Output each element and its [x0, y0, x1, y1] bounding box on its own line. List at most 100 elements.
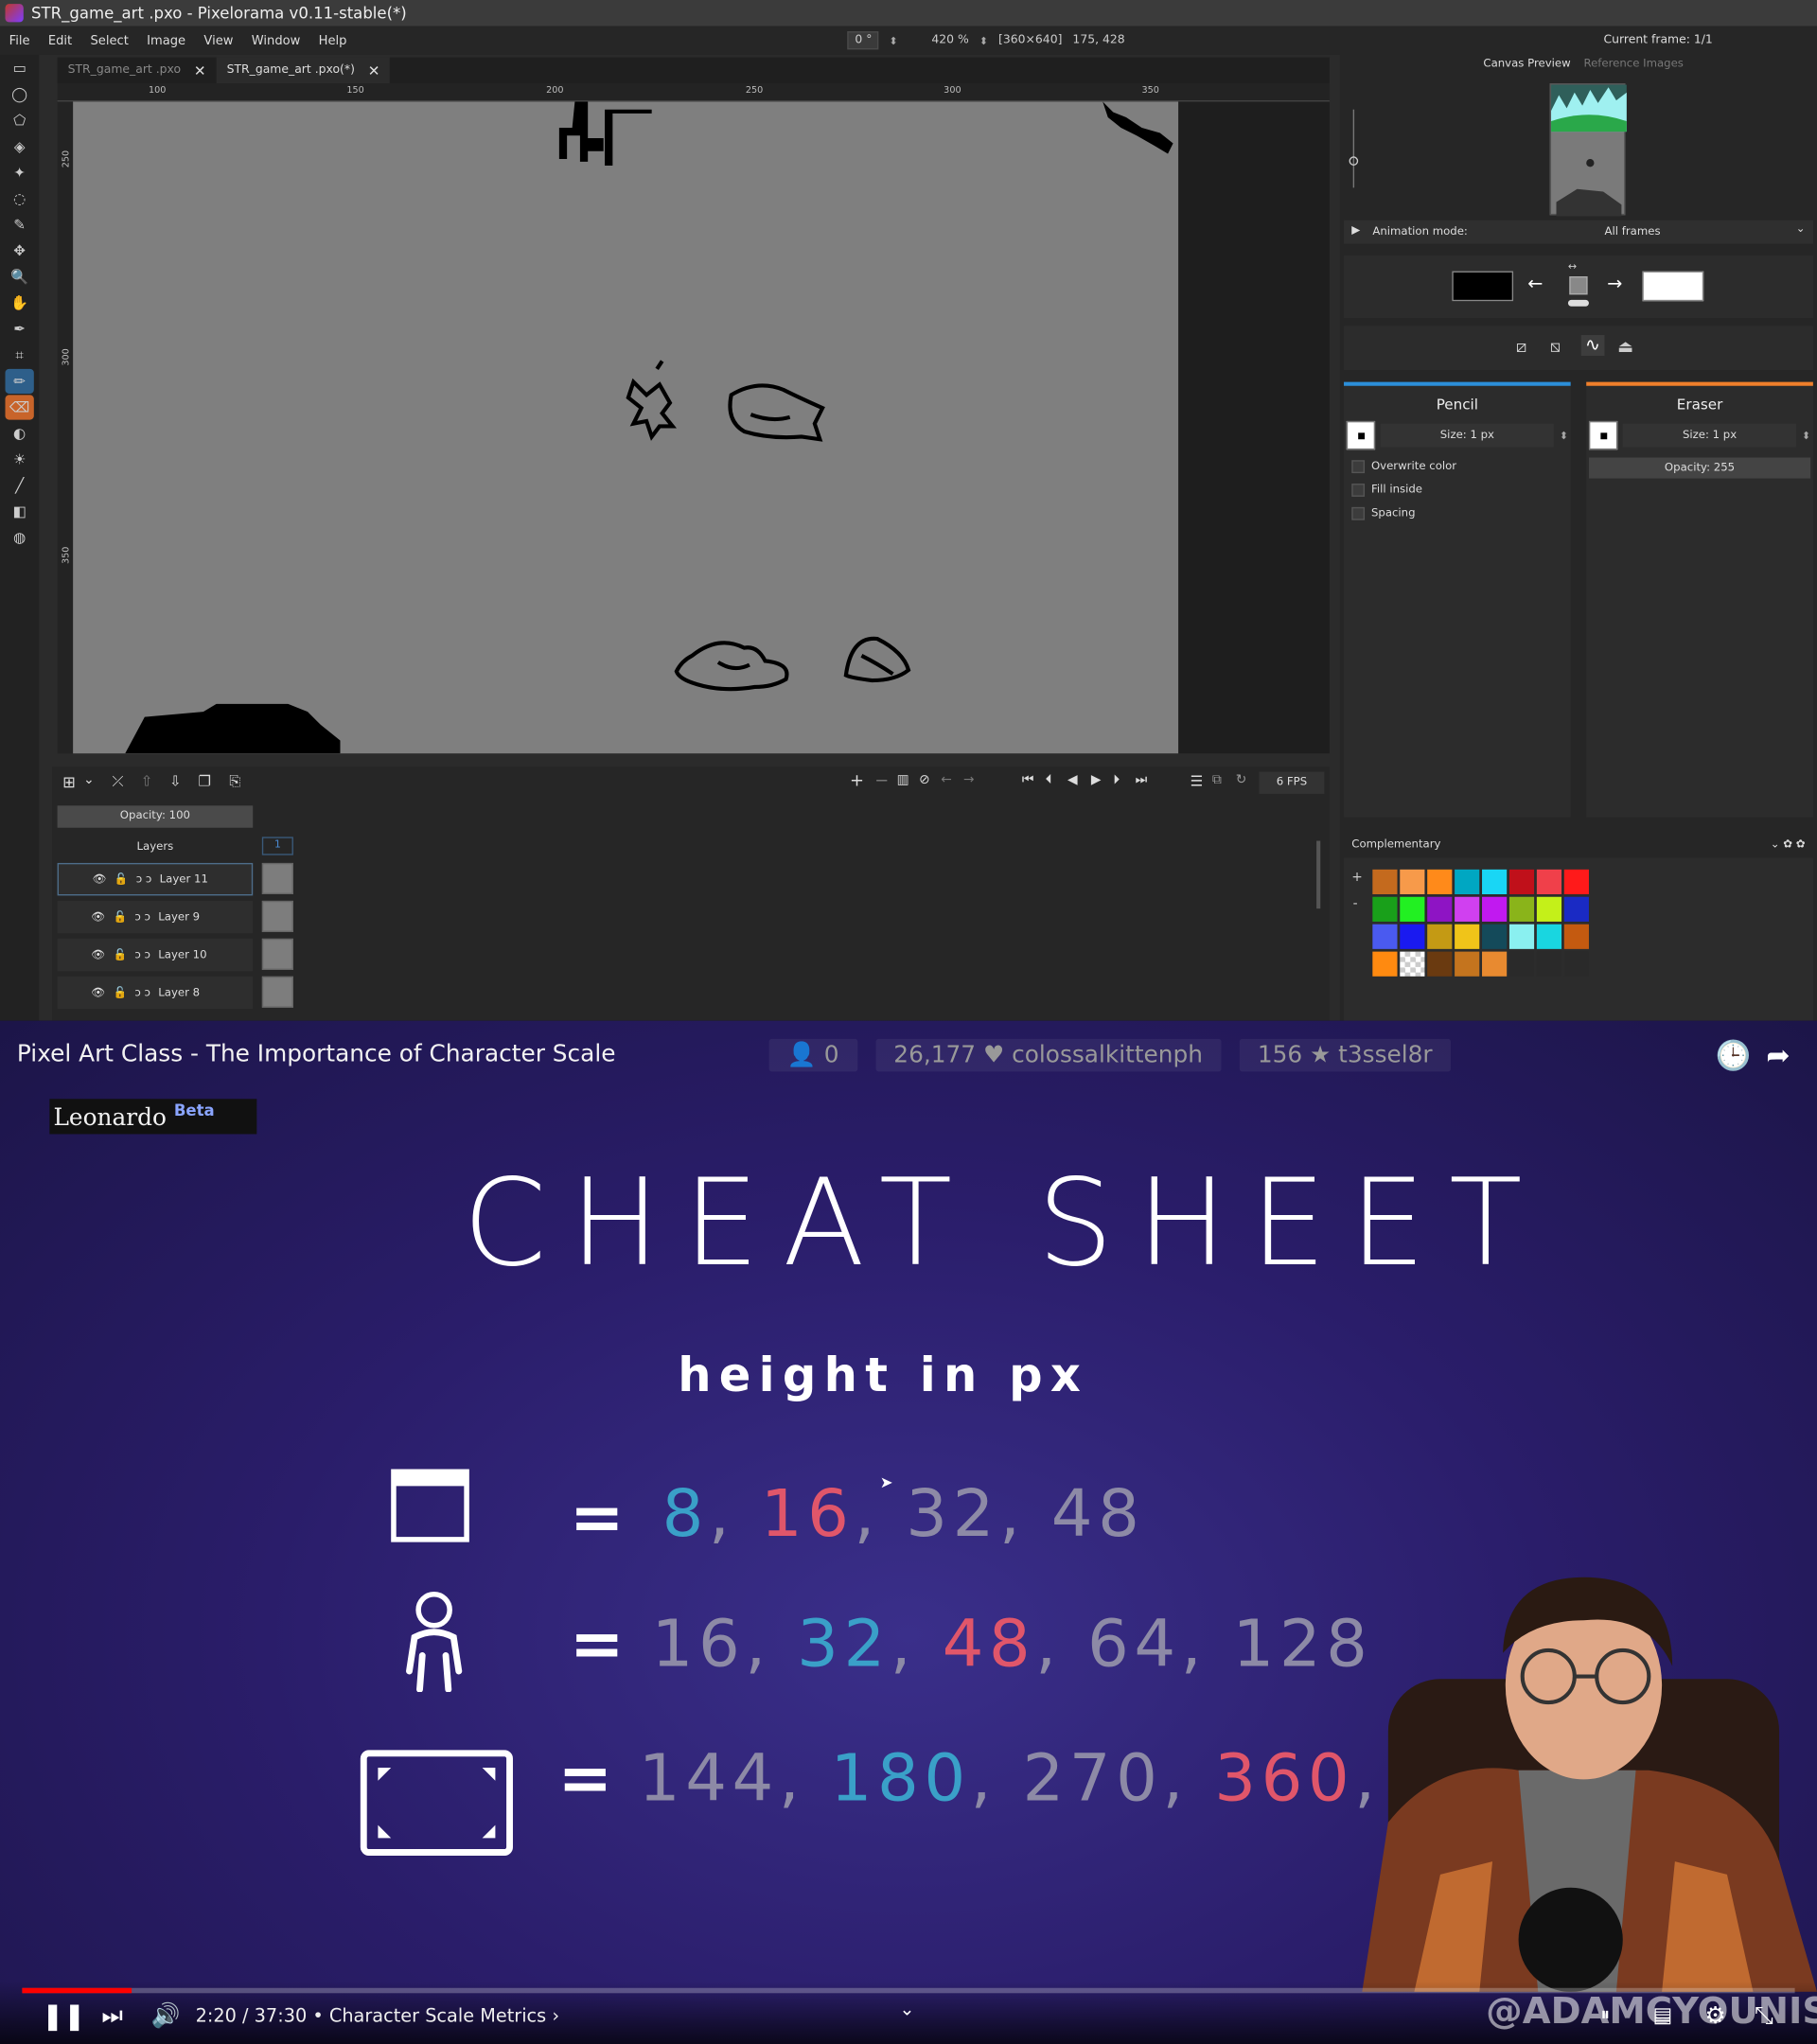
stamp-icon[interactable]: ⏏ — [1617, 338, 1633, 358]
palette-swatch[interactable] — [1536, 896, 1562, 922]
stepper-icon[interactable]: ⬍ — [1560, 430, 1568, 441]
layer-row[interactable]: 👁 🔓 ↄ ↄ Layer 10 — [57, 938, 254, 972]
remove-color-icon[interactable]: - — [1353, 897, 1358, 911]
last-frame-icon[interactable]: ⏭ — [1136, 773, 1147, 787]
lock-icon[interactable]: 🔓 — [115, 872, 129, 886]
tag-icon[interactable]: ⊘ — [919, 773, 930, 787]
palette-swatch[interactable] — [1563, 951, 1589, 977]
palette-swatch[interactable] — [1508, 951, 1535, 977]
lock-icon[interactable]: 🔓 — [114, 910, 128, 924]
pencil-size-field[interactable]: Size: 1 px — [1380, 423, 1555, 448]
zoom-icon[interactable]: 🔍 — [6, 265, 34, 290]
palette-swatch[interactable] — [1455, 869, 1480, 894]
rectangle-select-icon[interactable]: ▭ — [6, 56, 34, 80]
palette-select[interactable]: Complementary — [1351, 838, 1440, 855]
fps-field[interactable]: 6 FPS — [1259, 771, 1325, 794]
pencil-icon[interactable]: ✏ — [5, 368, 34, 395]
pause-icon[interactable]: ❚❚ — [42, 2000, 85, 2031]
color-select-icon[interactable]: ◈ — [6, 134, 34, 159]
palette-swatch[interactable] — [1508, 869, 1535, 894]
pan-icon[interactable]: ✋ — [6, 291, 34, 315]
exit-fullscreen-icon[interactable]: ⤡ — [1755, 2002, 1773, 2030]
pencil-brush-button[interactable] — [1346, 420, 1376, 450]
palette-swatch[interactable] — [1455, 924, 1480, 949]
palette-edit-icon[interactable]: ✿ — [1783, 838, 1792, 852]
timeline-settings-icon[interactable]: ☰ — [1191, 773, 1204, 790]
loop-icon[interactable]: ↻ — [1236, 773, 1247, 787]
remove-frame-icon[interactable]: − — [874, 772, 889, 792]
link-icon[interactable]: ↄ ↄ — [134, 948, 150, 961]
clone-layer-icon[interactable]: ❐ — [198, 773, 211, 790]
move-frame-right-icon[interactable]: → — [963, 773, 975, 787]
palette-swatch[interactable] — [1455, 896, 1480, 922]
settings-icon[interactable]: ⚙ — [1705, 2002, 1726, 2030]
palette-swatch[interactable] — [1372, 896, 1398, 922]
layer-frame-cel[interactable] — [261, 938, 293, 970]
clone-frame-icon[interactable]: ▥ — [897, 773, 909, 787]
spacing-checkbox[interactable]: Spacing — [1351, 506, 1570, 520]
menu-file[interactable]: File — [0, 33, 39, 47]
remove-layer-icon[interactable]: ⤫ — [112, 773, 123, 791]
palette-swatch[interactable] — [1427, 869, 1453, 894]
close-icon[interactable]: ✕ — [368, 62, 380, 79]
palette-swatch[interactable] — [1400, 924, 1425, 949]
autoplay-toggle[interactable]: ⏸ — [1600, 2005, 1610, 2026]
move-frame-left-icon[interactable]: ← — [941, 773, 952, 787]
lock-icon[interactable]: 🔓 — [114, 948, 128, 961]
swap-colors-button[interactable]: ↔ — [1567, 261, 1589, 310]
link-icon[interactable]: ↄ ↄ — [134, 986, 150, 999]
layer-row[interactable]: 👁 🔓 ↄ ↄ Layer 9 — [57, 900, 254, 934]
close-icon[interactable]: ✕ — [194, 62, 206, 79]
add-layer-icon[interactable]: ⊞ — [62, 773, 76, 791]
preview-zoom-slider[interactable] — [1349, 91, 1359, 208]
palette-swatch[interactable] — [1427, 896, 1453, 922]
next-frame-icon[interactable]: ⏵ — [1113, 773, 1120, 787]
onion-skin-icon[interactable]: ⧉ — [1212, 773, 1222, 787]
pixel-perfect-icon[interactable]: ∿ — [1580, 335, 1605, 357]
rectangle-icon[interactable]: ◧ — [6, 500, 34, 524]
first-frame-icon[interactable]: ⏮ — [1022, 773, 1033, 787]
right-color-swatch[interactable] — [1642, 271, 1704, 302]
palette-swatch[interactable] — [1563, 924, 1589, 949]
drawing-canvas[interactable] — [73, 101, 1179, 754]
chevron-down-icon[interactable]: ⌄ — [899, 2000, 914, 2020]
magic-wand-icon[interactable]: ✦ — [6, 160, 34, 185]
play-preview-icon[interactable]: ▶ — [1351, 224, 1360, 238]
play-backwards-icon[interactable]: ◀ — [1067, 773, 1078, 787]
palette-swatch[interactable] — [1482, 896, 1508, 922]
palette-swatch[interactable] — [1372, 951, 1398, 977]
move-layer-down-icon[interactable]: ⇩ — [169, 773, 182, 790]
tab-canvas-preview[interactable]: Canvas Preview — [1483, 58, 1570, 71]
palette-swatch[interactable] — [1563, 896, 1589, 922]
eraser-brush-button[interactable] — [1588, 420, 1618, 450]
shading-icon[interactable]: ☀ — [6, 447, 34, 471]
layer-frame-cel[interactable] — [261, 976, 293, 1008]
tab-project-2[interactable]: STR_game_art .pxo(*) ✕ — [216, 57, 391, 84]
menu-select[interactable]: Select — [81, 33, 138, 47]
add-frame-icon[interactable]: + — [850, 772, 864, 792]
menu-edit[interactable]: Edit — [39, 33, 81, 47]
palette-swatch[interactable] — [1400, 951, 1425, 977]
palette-swatch[interactable] — [1372, 869, 1398, 894]
animation-mode-select[interactable]: All frames — [1604, 225, 1660, 238]
chevron-down-icon[interactable]: ⌄ — [83, 773, 95, 787]
prev-frame-icon[interactable]: ⏴ — [1046, 773, 1052, 787]
palette-add-icon[interactable]: ✿ — [1796, 838, 1806, 852]
fill-inside-checkbox[interactable]: Fill inside — [1351, 484, 1570, 497]
move-layer-up-icon[interactable]: ⇧ — [141, 773, 153, 790]
menu-image[interactable]: Image — [137, 33, 194, 47]
eye-icon[interactable]: 👁 — [91, 986, 105, 999]
frame-number-button[interactable]: 1 — [261, 837, 293, 855]
crop-icon[interactable]: ⌗ — [6, 343, 34, 367]
play-icon[interactable]: ▶ — [1091, 773, 1102, 787]
color-picker-icon[interactable]: ✒ — [6, 317, 34, 342]
palette-swatch[interactable] — [1508, 896, 1535, 922]
layer-opacity-field[interactable]: Opacity: 100 — [57, 805, 254, 828]
left-color-swatch[interactable] — [1452, 271, 1514, 302]
eye-icon[interactable]: 👁 — [93, 872, 107, 886]
tab-reference-images[interactable]: Reference Images — [1583, 58, 1683, 71]
palette-swatch[interactable] — [1536, 951, 1562, 977]
merge-layer-icon[interactable]: ⎘ — [229, 773, 240, 791]
overwrite-color-checkbox[interactable]: Overwrite color — [1351, 460, 1570, 474]
move-icon[interactable]: ✥ — [6, 238, 34, 263]
